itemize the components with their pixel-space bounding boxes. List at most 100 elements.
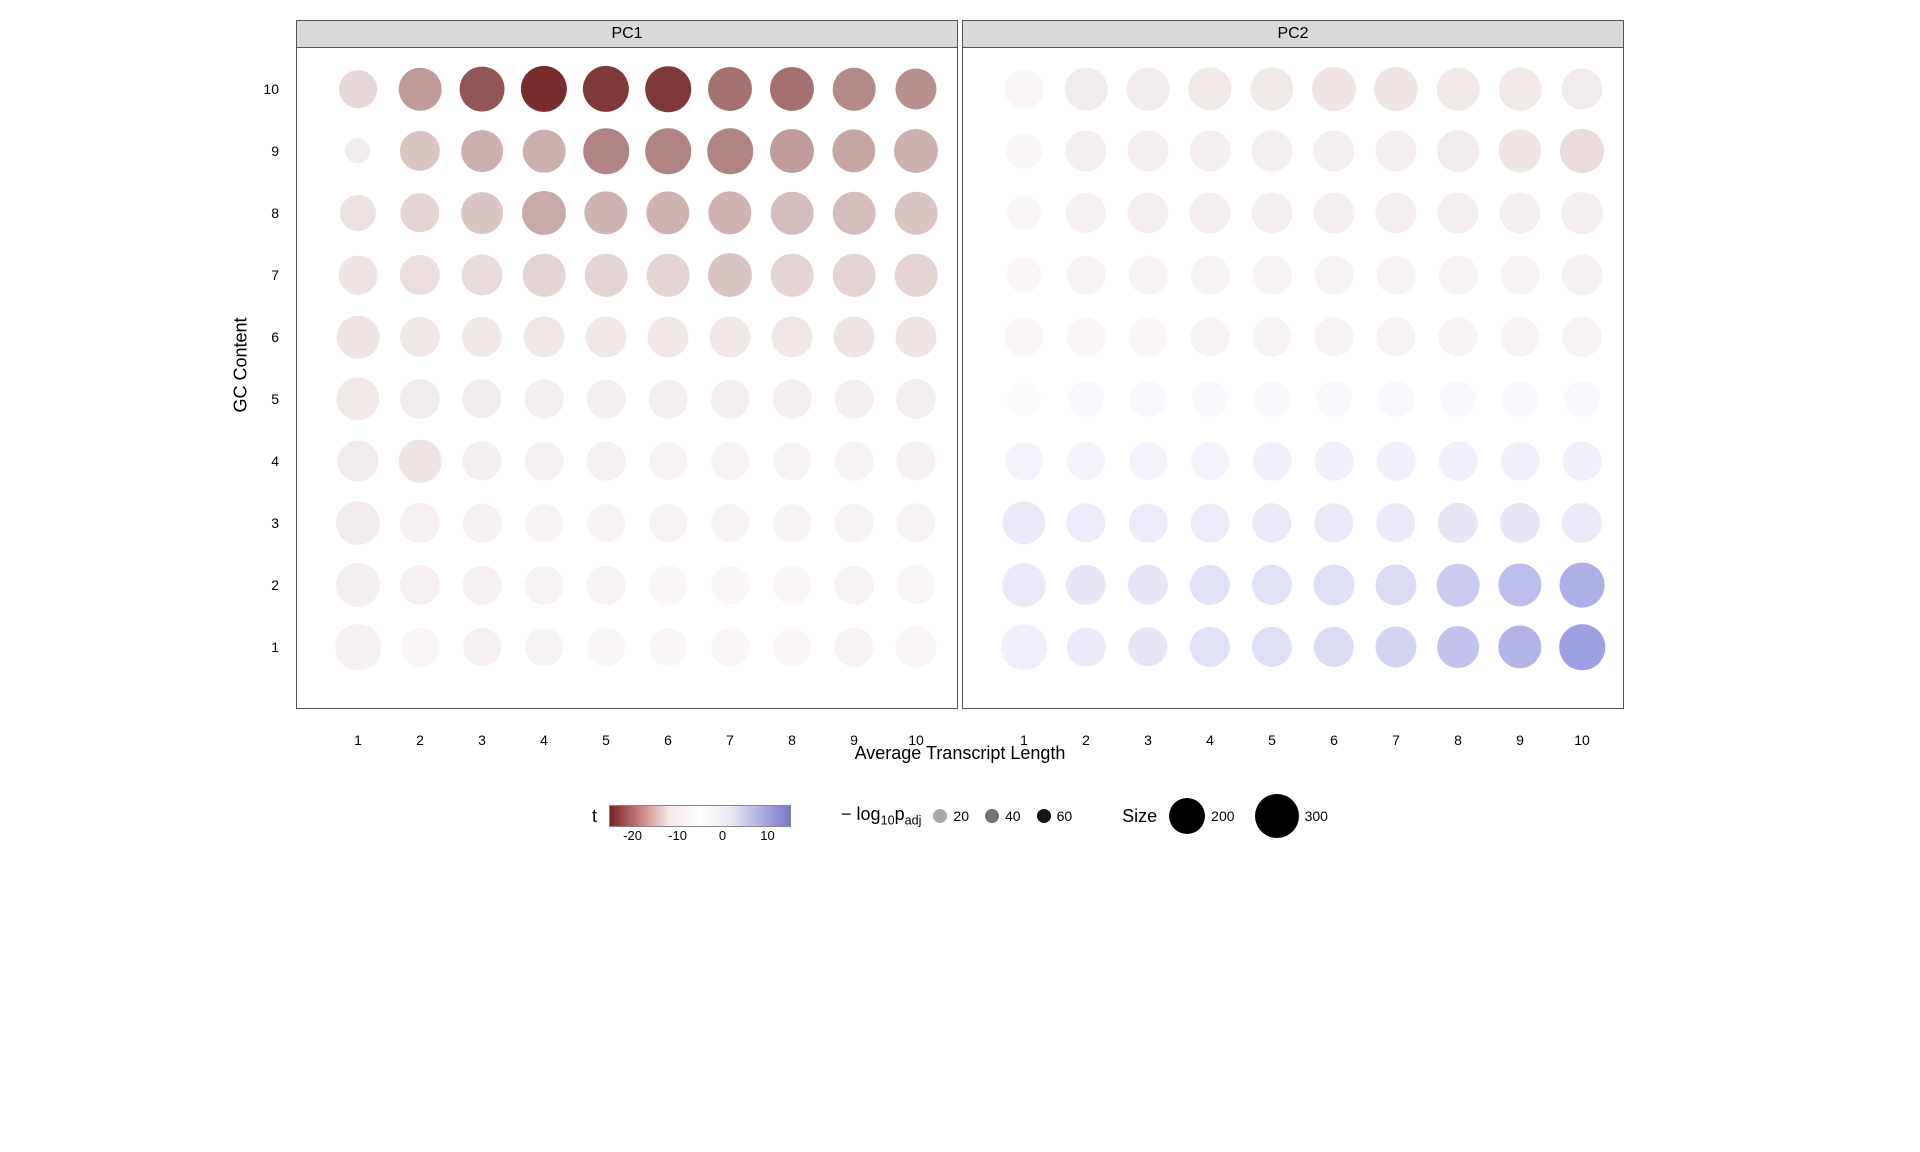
color-tick: -20 <box>623 828 642 843</box>
bubble <box>1127 130 1168 171</box>
bubble <box>587 628 625 666</box>
bubble <box>1501 256 1540 295</box>
bubble <box>645 128 691 174</box>
bubble <box>1374 67 1418 111</box>
bubble <box>1004 317 1043 356</box>
y-tick: 5 <box>271 391 279 407</box>
bubble <box>1251 192 1292 233</box>
bubble <box>1065 130 1106 171</box>
x-axis-label: Average Transcript Length <box>855 743 1066 764</box>
bubble <box>1252 503 1291 542</box>
bubble <box>1375 192 1416 233</box>
bubble <box>585 316 626 357</box>
bubble <box>711 380 750 419</box>
bubble <box>1066 193 1106 233</box>
bubble <box>587 566 626 605</box>
bubble <box>1437 192 1478 233</box>
bubble <box>337 316 380 359</box>
bubble <box>1313 564 1354 605</box>
bubble <box>399 68 442 111</box>
legend-color-title: t <box>592 806 597 827</box>
bubble <box>1314 503 1353 542</box>
bubble <box>1068 381 1104 417</box>
bubble <box>894 129 938 173</box>
bubble <box>1252 317 1291 356</box>
bubble <box>771 254 814 297</box>
bubble <box>1251 130 1292 171</box>
bubble <box>649 442 687 480</box>
legend-alpha-item: 20 <box>933 808 969 824</box>
legend-size-value: 300 <box>1305 808 1328 824</box>
bubble <box>896 379 936 419</box>
bubble <box>337 440 378 481</box>
x-tick: 5 <box>602 732 610 748</box>
bubble <box>1499 68 1542 111</box>
bubble <box>1006 257 1041 292</box>
bubble <box>523 254 566 297</box>
bubble <box>711 442 749 480</box>
bubble <box>525 504 563 542</box>
bubble <box>523 316 564 357</box>
legend-size-item: 300 <box>1255 794 1328 838</box>
bubble <box>1438 317 1477 356</box>
bubble <box>1313 130 1354 171</box>
bubble <box>1437 68 1480 111</box>
bubble <box>1500 317 1539 356</box>
bubble <box>401 628 440 667</box>
legend-alpha-title: − log10padj <box>841 804 921 828</box>
y-tick: 8 <box>271 205 279 221</box>
bubble <box>1129 318 1168 357</box>
y-tick: 10 <box>263 81 279 97</box>
x-tick: 10 <box>908 732 924 748</box>
bubble <box>345 138 370 163</box>
bubble <box>1128 627 1167 666</box>
bubble <box>461 130 503 172</box>
bubble <box>895 254 938 297</box>
bubble <box>771 316 812 357</box>
bubble <box>1439 442 1478 481</box>
bubble <box>895 316 936 357</box>
bubble <box>1191 504 1230 543</box>
bubble <box>1376 503 1415 542</box>
bubble <box>587 380 626 419</box>
bubble <box>1065 68 1108 111</box>
bubble <box>1378 381 1414 417</box>
bubble <box>770 67 814 111</box>
legend-alpha-items: 204060 <box>933 808 1072 824</box>
bubble <box>649 380 688 419</box>
bubble <box>463 566 502 605</box>
bubble <box>1315 442 1354 481</box>
bubble <box>1500 503 1540 543</box>
bubble <box>646 191 689 234</box>
bubble <box>1316 381 1352 417</box>
size-dot-icon <box>1255 794 1299 838</box>
bubble <box>583 128 629 174</box>
legend-alpha-value: 60 <box>1057 808 1073 824</box>
bubble <box>1312 67 1356 111</box>
bubble <box>1376 317 1415 356</box>
bubble <box>711 566 749 604</box>
bubble <box>1498 563 1541 606</box>
bubble <box>584 191 627 234</box>
y-tick: 9 <box>271 143 279 159</box>
y-tick: 4 <box>271 453 279 469</box>
x-tick: 5 <box>1268 732 1276 748</box>
bubble <box>895 626 936 667</box>
bubble <box>835 566 874 605</box>
bubble <box>1067 442 1105 480</box>
x-tick: 7 <box>1392 732 1400 748</box>
bubble <box>462 317 502 357</box>
legend-size-title: Size <box>1122 806 1157 827</box>
x-tick: 4 <box>1206 732 1214 748</box>
bubble <box>1006 133 1042 169</box>
bubble <box>1562 503 1602 543</box>
bubble <box>583 66 629 112</box>
bubble <box>1561 192 1603 234</box>
bubble <box>1190 627 1230 667</box>
bubble <box>832 129 875 172</box>
bubble <box>336 501 380 545</box>
bubble <box>1563 442 1602 481</box>
bubble <box>1562 317 1602 357</box>
bubble <box>340 195 376 231</box>
bubble <box>649 566 688 605</box>
